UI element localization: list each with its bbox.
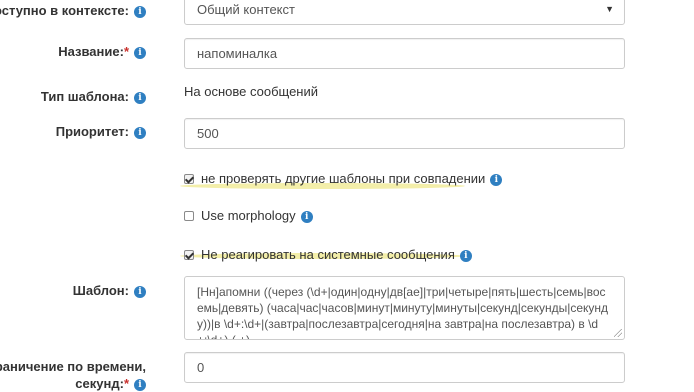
info-icon[interactable]: i xyxy=(459,250,472,262)
template-textarea[interactable]: [Нн]апомни ((через (\d+|один|одну|дв[ае]… xyxy=(184,276,625,340)
template-type-value: На основе сообщений xyxy=(184,84,319,99)
priority-label: Приоритет: i xyxy=(56,124,146,139)
checkbox-icon[interactable] xyxy=(184,211,194,221)
template-type-label: Тип шаблона: i xyxy=(41,89,146,104)
info-icon[interactable]: i xyxy=(490,174,503,186)
name-input[interactable]: напоминалка xyxy=(184,38,625,69)
time-limit-input[interactable]: 0 xyxy=(184,352,625,383)
info-icon[interactable]: i xyxy=(134,47,146,59)
context-select[interactable]: Общий контекст ▼ xyxy=(184,0,625,25)
caret-down-icon: ▼ xyxy=(605,4,614,14)
checkmark-icon[interactable] xyxy=(184,250,194,260)
ignore-system-checkbox[interactable]: Не реагировать на системные сообщения i xyxy=(184,247,472,262)
use-morphology-checkbox[interactable]: Use morphology i xyxy=(184,208,313,223)
info-icon[interactable]: i xyxy=(134,286,146,298)
info-icon[interactable]: i xyxy=(134,127,146,139)
priority-input[interactable]: 500 xyxy=(184,118,625,149)
info-icon[interactable]: i xyxy=(134,92,146,104)
checkmark-icon[interactable] xyxy=(184,174,194,184)
info-icon[interactable]: i xyxy=(134,379,146,391)
context-label: Доступно в контексте:i xyxy=(0,3,146,18)
no-check-others-checkbox[interactable]: не проверять другие шаблоны при совпаден… xyxy=(184,171,503,186)
name-label: Название:* i xyxy=(58,44,146,59)
info-icon[interactable]: i xyxy=(134,6,146,18)
resize-handle-icon[interactable] xyxy=(614,329,622,337)
info-icon[interactable]: i xyxy=(300,211,313,223)
time-limit-label: Ограничение по времени, секунд:*i xyxy=(0,359,146,391)
template-label: Шаблон: i xyxy=(73,283,146,298)
